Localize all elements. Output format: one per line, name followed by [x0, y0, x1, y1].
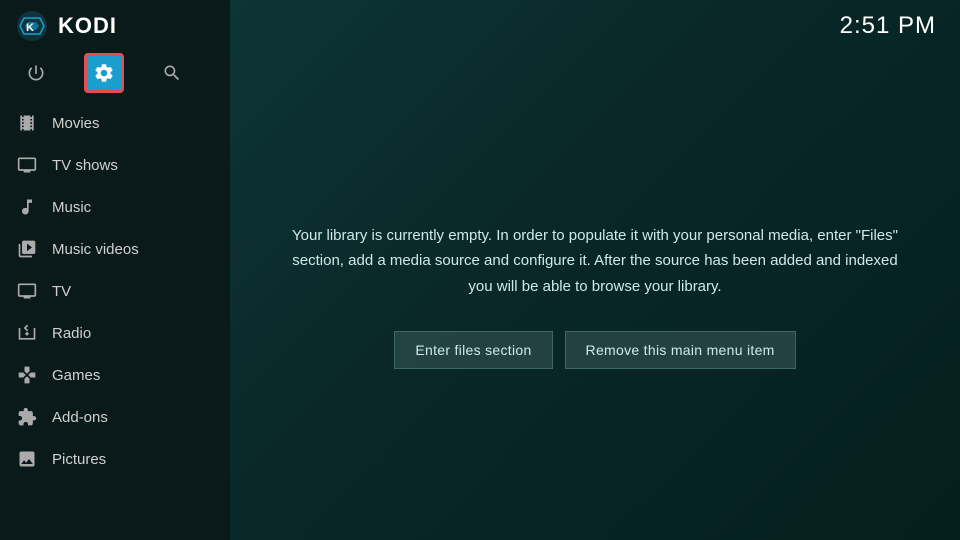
sidebar-item-pictures[interactable]: Pictures — [0, 438, 230, 480]
main-content: 2:51 PM Your library is currently empty.… — [230, 0, 960, 540]
sidebar-nav: Movies TV shows Music Music videos TV — [0, 102, 230, 540]
app-title: KODI — [58, 13, 117, 39]
music-videos-label: Music videos — [52, 241, 139, 258]
games-label: Games — [52, 367, 100, 384]
tv-shows-icon — [16, 154, 38, 176]
clock-display: 2:51 PM — [840, 12, 936, 40]
sidebar-item-music[interactable]: Music — [0, 186, 230, 228]
sidebar-item-music-videos[interactable]: Music videos — [0, 228, 230, 270]
pictures-icon — [16, 448, 38, 470]
settings-icon — [93, 62, 115, 84]
kodi-logo-icon: K — [16, 10, 48, 42]
music-videos-icon — [16, 238, 38, 260]
games-icon — [16, 364, 38, 386]
enter-files-button[interactable]: Enter files section — [394, 331, 552, 369]
sidebar-item-tv-shows[interactable]: TV shows — [0, 144, 230, 186]
movies-icon — [16, 112, 38, 134]
sidebar-item-games[interactable]: Games — [0, 354, 230, 396]
movies-label: Movies — [52, 115, 100, 132]
add-ons-label: Add-ons — [52, 409, 108, 426]
search-icon — [162, 63, 182, 83]
power-button[interactable] — [16, 53, 56, 93]
library-empty-message: Your library is currently empty. In orde… — [290, 223, 900, 300]
remove-menu-item-button[interactable]: Remove this main menu item — [565, 331, 796, 369]
music-label: Music — [52, 199, 91, 216]
svg-text:K: K — [26, 22, 34, 34]
radio-label: Radio — [52, 325, 91, 342]
add-ons-icon — [16, 406, 38, 428]
sidebar: K KODI Movies — [0, 0, 230, 540]
radio-icon — [16, 322, 38, 344]
pictures-label: Pictures — [52, 451, 106, 468]
sidebar-header: K KODI — [0, 0, 230, 52]
power-icon — [26, 63, 46, 83]
top-bar: 2:51 PM — [230, 0, 960, 52]
sidebar-item-radio[interactable]: Radio — [0, 312, 230, 354]
tv-shows-label: TV shows — [52, 157, 118, 174]
search-button[interactable] — [152, 53, 192, 93]
action-buttons: Enter files section Remove this main men… — [394, 331, 795, 369]
tv-label: TV — [52, 283, 71, 300]
settings-button[interactable] — [84, 53, 124, 93]
tv-icon — [16, 280, 38, 302]
sidebar-item-movies[interactable]: Movies — [0, 102, 230, 144]
sidebar-icons-row — [0, 52, 230, 102]
music-icon — [16, 196, 38, 218]
sidebar-item-add-ons[interactable]: Add-ons — [0, 396, 230, 438]
sidebar-item-tv[interactable]: TV — [0, 270, 230, 312]
content-area: Your library is currently empty. In orde… — [230, 52, 960, 540]
